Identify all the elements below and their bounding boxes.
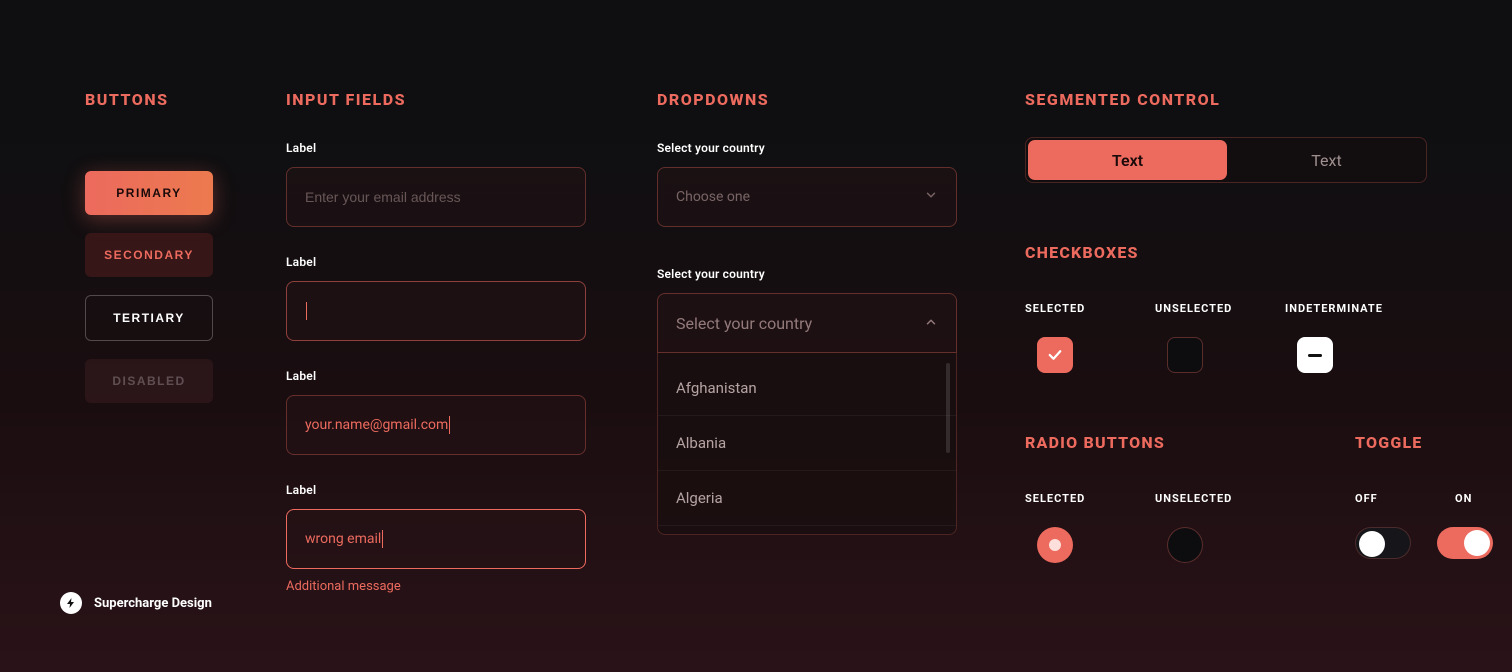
checkbox-unselected[interactable]	[1167, 337, 1203, 373]
toggle-on[interactable]	[1437, 527, 1493, 559]
input-error-message: Additional message	[286, 579, 586, 594]
minus-icon	[1308, 354, 1322, 357]
input-value-3: your.name@gmail.com	[305, 417, 448, 433]
checkboxes-section-title: CHECKBOXES	[1025, 243, 1435, 262]
disabled-button: DISABLED	[85, 359, 213, 403]
brand-text: Supercharge Design	[94, 596, 212, 611]
dropdown-closed-value: Choose one	[676, 189, 750, 205]
dropdowns-section-title: DROPDOWNS	[657, 90, 957, 109]
dropdown-option-1[interactable]: Afghanistan	[658, 361, 956, 416]
segmented-control: Text Text	[1025, 137, 1427, 183]
checkbox-selected[interactable]	[1037, 337, 1073, 373]
country-dropdown-open[interactable]: Select your country	[657, 293, 957, 353]
toggle-label-off: OFF	[1355, 492, 1425, 505]
tertiary-button[interactable]: TERTIARY	[85, 295, 213, 341]
dropdown-label-open: Select your country	[657, 267, 957, 281]
dropdown-label-closed: Select your country	[657, 141, 957, 155]
segment-unselected[interactable]: Text	[1227, 140, 1426, 180]
chevron-up-icon	[924, 314, 938, 333]
brand: Supercharge Design	[60, 592, 212, 614]
radios-section-title: RADIO BUTTONS	[1025, 433, 1255, 452]
checkbox-label-indeterminate: INDETERMINATE	[1285, 302, 1385, 315]
buttons-section-title: BUTTONS	[85, 90, 255, 109]
input-value-4: wrong email	[305, 531, 381, 547]
segment-selected[interactable]: Text	[1028, 140, 1227, 180]
check-icon	[1046, 346, 1064, 364]
checkbox-indeterminate[interactable]	[1297, 337, 1333, 373]
email-input-error[interactable]: wrong email	[286, 509, 586, 569]
email-input-focused[interactable]	[286, 281, 586, 341]
radio-label-unselected: UNSELECTED	[1155, 492, 1255, 505]
toggle-label-on: ON	[1455, 492, 1512, 505]
radio-selected[interactable]	[1037, 527, 1073, 563]
toggle-section-title: TOGGLE	[1355, 433, 1512, 452]
checkbox-label-selected: SELECTED	[1025, 302, 1125, 315]
segmented-section-title: SEGMENTED CONTROL	[1025, 90, 1435, 109]
brand-logo-icon	[60, 592, 82, 614]
primary-button[interactable]: PRIMARY	[85, 171, 213, 215]
dropdown-scrollbar[interactable]	[946, 363, 950, 453]
radio-unselected[interactable]	[1167, 527, 1203, 563]
inputs-section-title: INPUT FIELDS	[286, 90, 586, 109]
secondary-button[interactable]: SECONDARY	[85, 233, 213, 277]
dropdown-option-2[interactable]: Albania	[658, 416, 956, 471]
input-label-3: Label	[286, 369, 586, 383]
chevron-down-icon	[924, 188, 938, 206]
input-label-2: Label	[286, 255, 586, 269]
input-label-1: Label	[286, 141, 586, 155]
email-input-default[interactable]	[286, 167, 586, 227]
country-dropdown-list: Afghanistan Albania Algeria	[657, 353, 957, 535]
input-label-4: Label	[286, 483, 586, 497]
email-input-filled[interactable]: your.name@gmail.com	[286, 395, 586, 455]
dropdown-open-value: Select your country	[676, 314, 812, 333]
checkbox-label-unselected: UNSELECTED	[1155, 302, 1255, 315]
toggle-off[interactable]	[1355, 527, 1411, 559]
lightning-icon	[65, 597, 77, 609]
radio-label-selected: SELECTED	[1025, 492, 1125, 505]
country-dropdown-closed[interactable]: Choose one	[657, 167, 957, 227]
dropdown-option-3[interactable]: Algeria	[658, 471, 956, 526]
